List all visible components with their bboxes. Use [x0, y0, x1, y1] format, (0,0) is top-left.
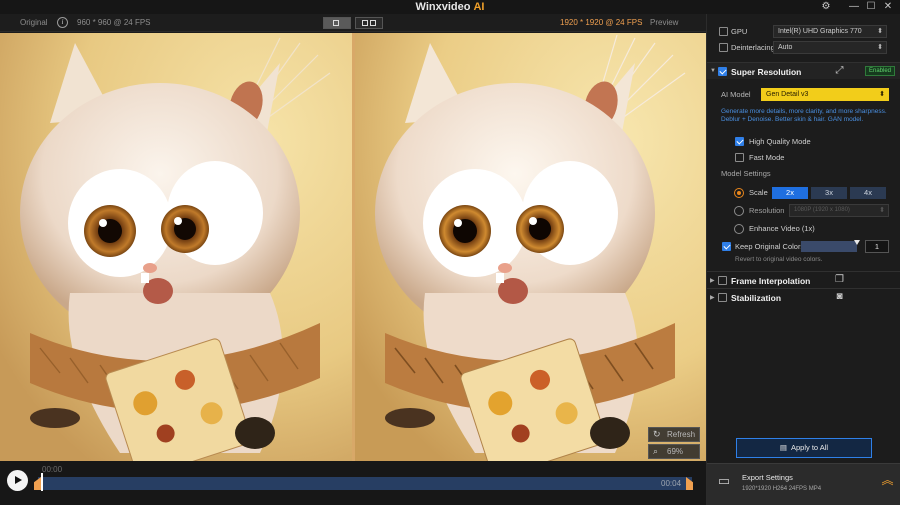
- side-by-side-button[interactable]: [355, 17, 383, 29]
- info-icon[interactable]: i: [57, 17, 68, 28]
- deinterlacing-checkbox[interactable]: [719, 43, 728, 52]
- export-meta: 1920*1920 H264 24FPS MP4: [742, 486, 822, 492]
- app-suffix: AI: [473, 1, 485, 13]
- chevron-updown-icon: ⬍: [877, 28, 883, 35]
- stabilization-checkbox[interactable]: [718, 293, 727, 302]
- apply-to-all-label: Apply to All: [790, 443, 829, 452]
- resize-icon: ⤢: [835, 65, 844, 76]
- refresh-button[interactable]: ↻ Refresh: [648, 427, 700, 442]
- close-icon[interactable]: ✕: [880, 0, 896, 14]
- keep-colors-value[interactable]: 1: [865, 240, 889, 253]
- zoom-value: 69%: [667, 447, 684, 456]
- app-name: Winxvideo: [415, 1, 471, 13]
- fast-mode-label: Fast Mode: [749, 153, 785, 162]
- super-resolution-checkbox[interactable]: [718, 67, 727, 76]
- keep-colors-note: Revert to original video colors.: [735, 256, 823, 263]
- split-view-button[interactable]: [323, 17, 351, 29]
- timeline-track[interactable]: [38, 477, 692, 490]
- title-bar: Winxvideo AI ⚙ — ☐ ✕: [0, 0, 900, 14]
- stabilization-title: Stabilization: [731, 293, 782, 303]
- chevron-updown-icon: ⬍: [877, 44, 883, 51]
- gpu-checkbox[interactable]: [719, 27, 728, 36]
- scale-2x-button[interactable]: 2x: [772, 187, 808, 199]
- expand-right-icon: ▶: [710, 278, 715, 284]
- apply-to-all-button[interactable]: ▤ Apply to All: [736, 438, 872, 458]
- resolution-select[interactable]: 1080P (1920 x 1080) ⬍: [789, 204, 889, 217]
- deinterlacing-label: Deinterlacing: [731, 43, 775, 52]
- playhead[interactable]: [41, 473, 43, 491]
- original-label: Original: [20, 18, 48, 27]
- ai-model-label: AI Model: [721, 90, 751, 99]
- scale-3x-button[interactable]: 3x: [811, 187, 847, 199]
- scale-4x-button[interactable]: 4x: [850, 187, 886, 199]
- export-settings-bar[interactable]: ▭ Export Settings 1920*1920 H264 24FPS M…: [707, 463, 900, 505]
- settings-panel: GPU Intel(R) UHD Graphics 770 ⬍ Deinterla…: [706, 14, 900, 505]
- stabilization-header[interactable]: ▶ Stabilization ◙: [707, 288, 900, 305]
- keep-colors-checkbox[interactable]: [722, 242, 731, 251]
- preview-meta: 1920 * 1920 @ 24 FPS: [560, 18, 643, 27]
- model-settings-heading: Model Settings: [721, 169, 771, 178]
- enhance-video-radio[interactable]: [734, 224, 744, 234]
- gpu-value: Intel(R) UHD Graphics 770: [778, 28, 862, 35]
- super-resolution-title: Super Resolution: [731, 67, 802, 77]
- preview-header: Original i 960 * 960 @ 24 FPS 1920 * 192…: [0, 14, 706, 32]
- export-title: Export Settings: [742, 473, 793, 482]
- scale-radio[interactable]: [734, 188, 744, 198]
- timeline-bar: 00:00 00:04: [0, 461, 706, 505]
- app-title: Winxvideo AI: [0, 0, 900, 14]
- frame-interpolation-title: Frame Interpolation: [731, 276, 811, 286]
- resolution-radio[interactable]: [734, 206, 744, 216]
- frame-interpolation-checkbox[interactable]: [718, 276, 727, 285]
- slider-thumb[interactable]: [854, 240, 860, 245]
- keep-colors-slider[interactable]: [801, 241, 857, 252]
- frame-interpolation-header[interactable]: ▶ Frame Interpolation ❐: [707, 271, 900, 288]
- deinterlacing-value: Auto: [778, 44, 793, 51]
- enabled-badge: Enabled: [865, 66, 895, 76]
- ai-model-value: Gen Detail v3: [766, 91, 809, 98]
- scale-label: Scale: [749, 188, 768, 197]
- enhance-video-label: Enhance Video (1x): [749, 224, 815, 233]
- settings-gear-icon[interactable]: ⚙: [818, 0, 834, 14]
- chevron-up-icon[interactable]: ︽: [881, 474, 894, 486]
- frames-icon: ❐: [835, 274, 844, 285]
- enhanced-preview-pane: [355, 33, 706, 461]
- play-button[interactable]: [7, 470, 28, 491]
- deinterlacing-select[interactable]: Auto ⬍: [773, 41, 887, 54]
- time-start: 00:00: [42, 465, 63, 474]
- maximize-icon[interactable]: ☐: [863, 0, 879, 14]
- chevron-updown-icon: ⬍: [879, 91, 885, 98]
- high-quality-label: High Quality Mode: [749, 137, 811, 146]
- resolution-label: Resolution: [749, 206, 785, 215]
- minimize-icon[interactable]: —: [846, 0, 862, 14]
- export-monitor-icon: ▭: [717, 473, 731, 488]
- fast-mode-checkbox[interactable]: [735, 153, 744, 162]
- camera-icon: ◙: [836, 291, 843, 302]
- time-end: 00:04: [661, 479, 682, 488]
- high-quality-checkbox[interactable]: [735, 137, 744, 146]
- chevron-updown-icon: ⬍: [879, 207, 885, 214]
- preview-label: Preview: [650, 18, 679, 27]
- keep-colors-label: Keep Original Colors: [735, 242, 805, 251]
- apply-icon: ▤: [779, 443, 787, 452]
- enhanced-frame-image: [355, 33, 706, 461]
- refresh-label: Refresh: [667, 430, 696, 439]
- expand-down-icon: ▼: [710, 68, 716, 74]
- zoom-button[interactable]: ⌕ 69%: [648, 444, 700, 459]
- ai-model-description: Generate more details, more clarity, and…: [721, 108, 887, 123]
- refresh-icon: ↻: [653, 429, 661, 439]
- gpu-label: GPU: [731, 27, 748, 36]
- original-frame-image: [0, 33, 352, 461]
- resolution-value: 1080P (1920 x 1080): [794, 207, 850, 213]
- original-preview-pane: [0, 33, 352, 461]
- original-meta: 960 * 960 @ 24 FPS: [77, 18, 151, 27]
- gpu-select[interactable]: Intel(R) UHD Graphics 770 ⬍: [773, 25, 887, 38]
- ai-model-select[interactable]: Gen Detail v3 ⬍: [761, 88, 889, 101]
- expand-right-icon: ▶: [710, 295, 715, 301]
- zoom-icon: ⌕: [653, 446, 659, 456]
